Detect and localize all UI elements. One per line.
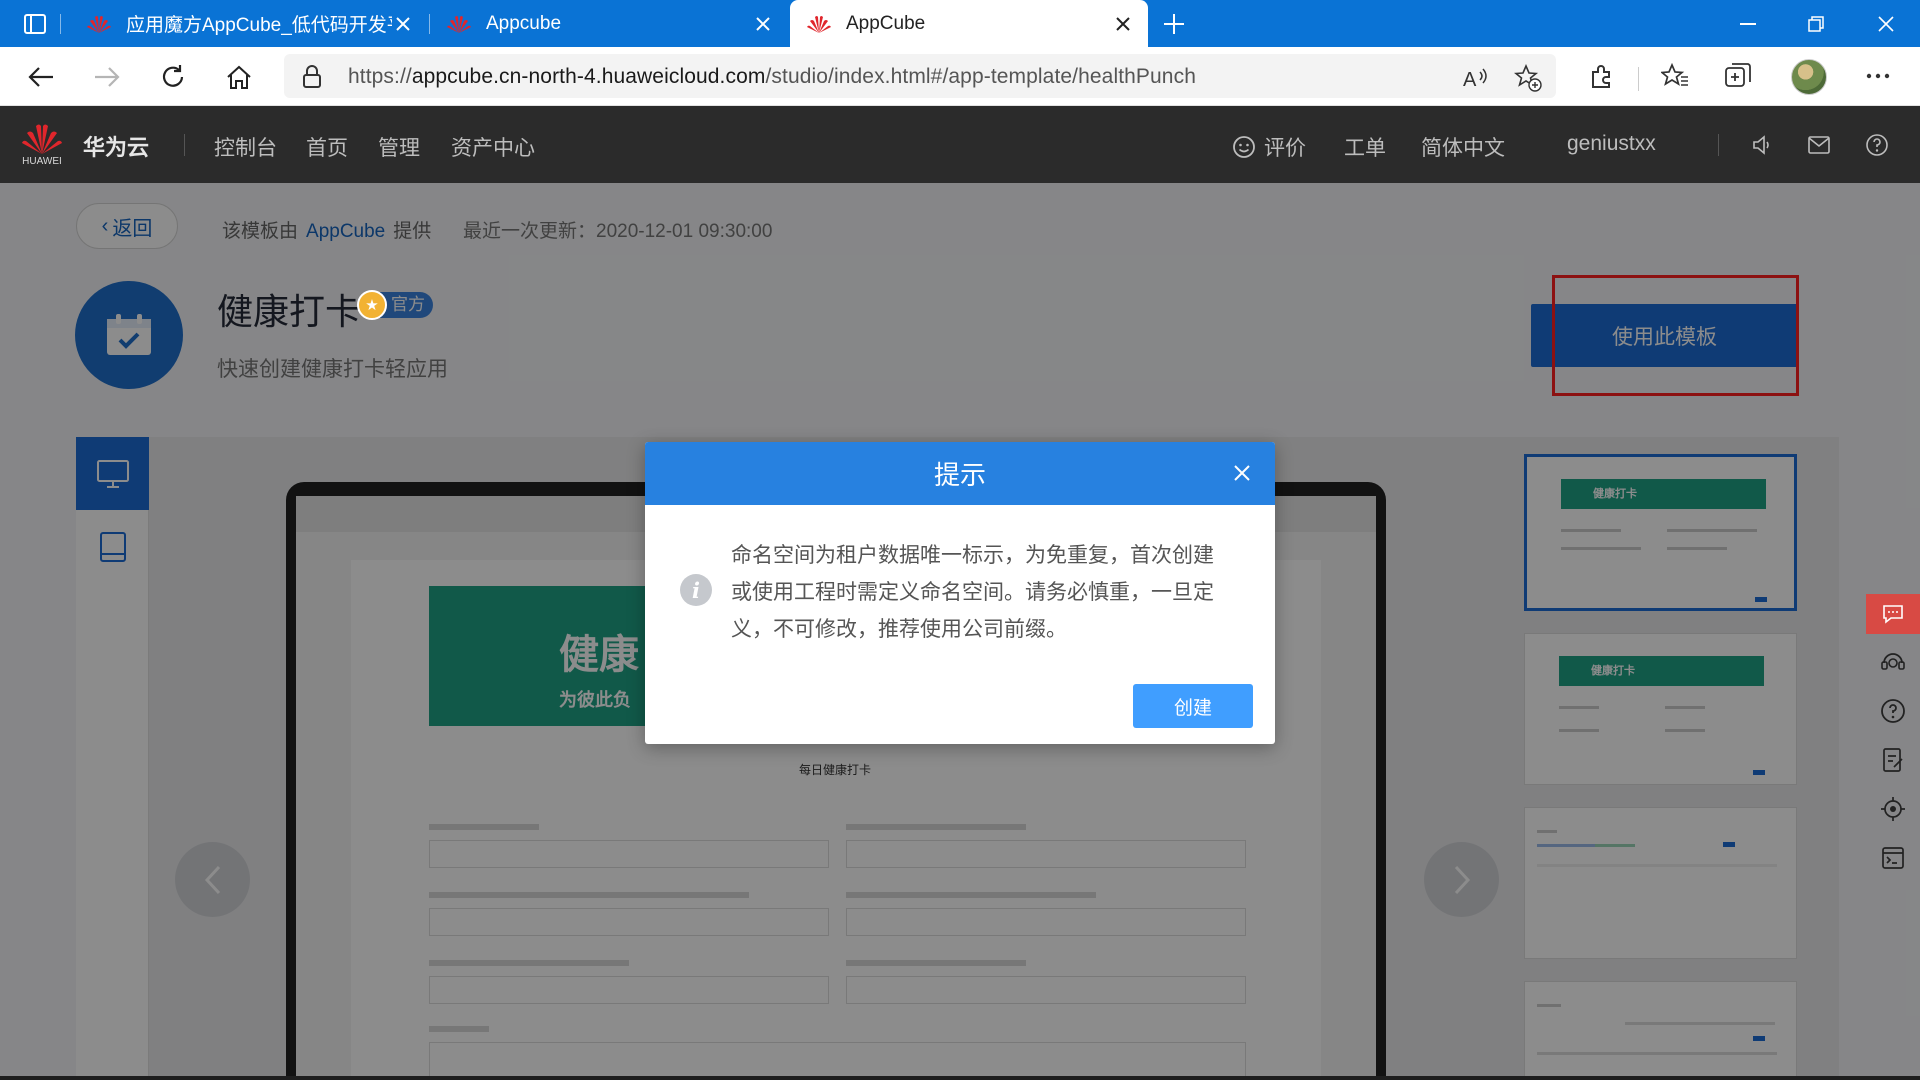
floating-toolbar <box>1866 590 1920 890</box>
browser-tab-appcube-active[interactable]: AppCube <box>790 0 1148 47</box>
new-tab-icon[interactable] <box>1160 10 1188 38</box>
lock-icon[interactable] <box>302 65 322 89</box>
url-text: https://appcube.cn-north-4.huaweicloud.c… <box>348 65 1196 89</box>
customer-service-icon[interactable] <box>1866 638 1920 686</box>
read-aloud-icon[interactable]: A <box>1462 64 1490 92</box>
close-icon[interactable] <box>1112 13 1134 35</box>
add-favorite-icon[interactable] <box>1514 64 1542 92</box>
extensions-icon[interactable] <box>1588 62 1616 90</box>
huawei-favicon-icon <box>87 15 111 33</box>
browser-tab-appcube[interactable]: Appcube <box>430 0 788 47</box>
feedback-chat-icon[interactable] <box>1866 594 1920 634</box>
smile-icon <box>1233 136 1255 158</box>
nav-assets[interactable]: 资产中心 <box>451 132 535 162</box>
nav-console[interactable]: 控制台 <box>214 132 277 162</box>
tab-title: 应用魔方AppCube_低代码开发平 <box>126 15 392 36</box>
browser-tab-appcube-lowcode[interactable]: 应用魔方AppCube_低代码开发平 <box>70 0 428 47</box>
browser-tab-strip: 应用魔方AppCube_低代码开发平 Appcube AppCube <box>0 0 1920 47</box>
edit-note-icon[interactable] <box>1866 736 1920 784</box>
huaweicloud-header: HUAWEI 华为云 控制台 首页 管理 资产中心 评价 工单 简体中文 gen… <box>0 106 1920 183</box>
rating-link[interactable]: 评价 <box>1232 132 1306 162</box>
dialog-title: 提示 <box>933 460 986 490</box>
minimize-icon[interactable] <box>1720 0 1776 47</box>
tab-actions-icon[interactable] <box>20 10 50 38</box>
close-icon[interactable] <box>392 13 414 35</box>
username[interactable]: geniustxx <box>1567 132 1656 156</box>
collections-icon[interactable] <box>1724 62 1752 90</box>
locate-icon[interactable] <box>1866 785 1920 833</box>
huawei-flower-icon <box>22 124 62 154</box>
terminal-icon[interactable] <box>1866 834 1920 882</box>
speaker-icon[interactable] <box>1749 132 1775 158</box>
info-icon: i <box>680 574 712 606</box>
url-host: appcube.cn-north-4.huaweicloud.com <box>411 65 766 88</box>
window-close-icon[interactable] <box>1858 0 1914 47</box>
question-icon[interactable] <box>1866 687 1920 735</box>
home-icon[interactable] <box>222 60 256 94</box>
rating-label: 评价 <box>1264 137 1306 160</box>
close-icon[interactable] <box>752 13 774 35</box>
favorites-icon[interactable] <box>1661 62 1689 90</box>
tab-separator <box>60 14 61 34</box>
brand-name[interactable]: 华为云 <box>83 130 149 162</box>
restore-icon[interactable] <box>1788 0 1844 47</box>
header-divider <box>1718 134 1719 156</box>
dialog-header: 提示 <box>645 442 1275 505</box>
browser-toolbar: https://appcube.cn-north-4.huaweicloud.c… <box>0 47 1920 106</box>
profile-avatar[interactable] <box>1791 59 1827 95</box>
medal-icon: ★ <box>357 290 387 320</box>
toolbar-divider <box>1638 67 1639 91</box>
create-button[interactable]: 创建 <box>1133 684 1253 728</box>
namespace-tip-dialog: 提示 i 命名空间为租户数据唯一标示，为免重复，首次创建或使用工程时需定义命名空… <box>645 442 1275 744</box>
huawei-favicon-icon <box>807 15 831 33</box>
taskbar-edge <box>0 1076 1920 1080</box>
refresh-icon[interactable] <box>156 60 190 94</box>
nav-home[interactable]: 首页 <box>306 132 348 162</box>
address-bar[interactable]: https://appcube.cn-north-4.huaweicloud.c… <box>284 54 1556 98</box>
ticket-link[interactable]: 工单 <box>1344 132 1386 162</box>
forward-arrow-icon[interactable] <box>90 60 124 94</box>
tab-title: AppCube <box>846 12 926 34</box>
logo-text: HUAWEI <box>22 156 62 167</box>
tab-title: Appcube <box>486 12 562 34</box>
huawei-logo[interactable]: HUAWEI <box>20 122 64 168</box>
nav-manage[interactable]: 管理 <box>378 132 420 162</box>
language-switch[interactable]: 简体中文 <box>1421 132 1505 162</box>
url-prefix: https:// <box>348 65 412 88</box>
more-menu-icon[interactable] <box>1864 62 1892 90</box>
url-path: /studio/index.html#/app-template/healthP… <box>765 65 1196 88</box>
close-icon[interactable] <box>1231 462 1253 484</box>
dialog-message: 命名空间为租户数据唯一标示，为免重复，首次创建或使用工程时需定义命名空间。请务必… <box>731 544 1214 641</box>
mail-icon[interactable] <box>1806 132 1832 158</box>
svg-text:A: A <box>1463 69 1477 90</box>
help-icon[interactable] <box>1864 132 1890 158</box>
back-arrow-icon[interactable] <box>24 60 58 94</box>
header-divider <box>184 134 185 156</box>
huawei-favicon-icon <box>447 15 471 33</box>
